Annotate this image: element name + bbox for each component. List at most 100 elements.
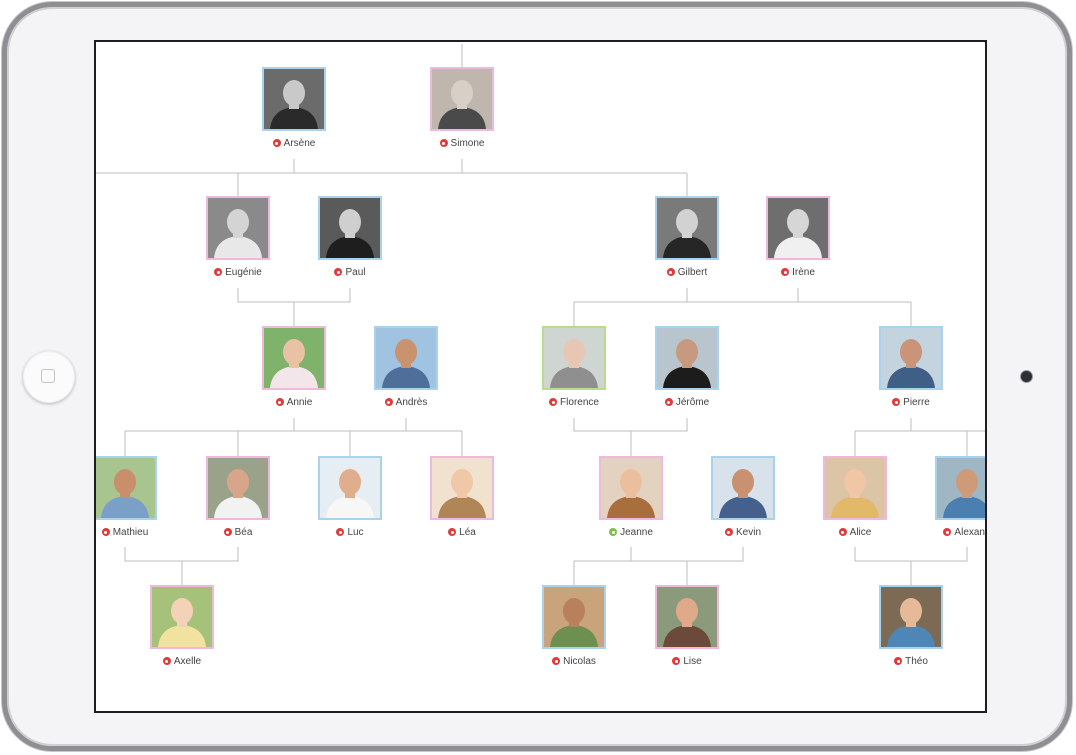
person-photo[interactable]: [935, 456, 985, 520]
person-photo[interactable]: [430, 456, 494, 520]
person-photo[interactable]: [711, 456, 775, 520]
status-dot-icon: [223, 528, 232, 536]
person-card[interactable]: Mathieu: [96, 456, 185, 548]
person-name-row: Paul: [290, 266, 410, 279]
person-card[interactable]: Nicolas: [514, 585, 634, 677]
person-photo[interactable]: [318, 456, 382, 520]
person-card[interactable]: Lise: [627, 585, 747, 677]
person-name: Béa: [234, 527, 253, 538]
person-card[interactable]: Annie: [234, 326, 354, 418]
person-card[interactable]: Béa: [178, 456, 298, 548]
person-card[interactable]: Eugénie: [178, 196, 298, 288]
status-dot-icon: [943, 528, 952, 536]
person-name-row: Théo: [851, 655, 971, 668]
person-photo[interactable]: [542, 585, 606, 649]
person-name-row: Axelle: [122, 655, 242, 668]
person-card[interactable]: Luc: [290, 456, 410, 548]
status-dot-icon: [552, 657, 561, 665]
person-photo[interactable]: [206, 456, 270, 520]
person-photo[interactable]: [655, 326, 719, 390]
person-name-row: Alice: [795, 526, 915, 539]
home-square-icon: [41, 369, 55, 383]
person-photo[interactable]: [96, 456, 157, 520]
person-card[interactable]: Paul: [290, 196, 410, 288]
person-photo[interactable]: [542, 326, 606, 390]
person-name-row: Lise: [627, 655, 747, 668]
person-card[interactable]: Kevin: [683, 456, 803, 548]
person-name-row: Kevin: [683, 526, 803, 539]
status-dot-icon: [664, 398, 673, 406]
person-photo[interactable]: [655, 585, 719, 649]
person-name: Mathieu: [112, 527, 149, 538]
person-photo[interactable]: [430, 67, 494, 131]
person-card[interactable]: Théo: [851, 585, 971, 677]
person-name-row: Irène: [738, 266, 858, 279]
person-name: Jeanne: [620, 527, 653, 538]
status-dot-icon: [892, 398, 901, 406]
person-name-row: Andrès: [346, 396, 466, 409]
person-photo[interactable]: [879, 326, 943, 390]
status-dot-icon: [334, 268, 343, 276]
person-name: Gilbert: [677, 267, 708, 278]
person-name-row: Gilbert: [627, 266, 747, 279]
person-name-row: Eugénie: [178, 266, 298, 279]
person-name: Alice: [849, 527, 872, 538]
person-name-row: Léa: [402, 526, 522, 539]
person-photo[interactable]: [262, 326, 326, 390]
person-card[interactable]: Jérôme: [627, 326, 747, 418]
person-card[interactable]: Florence: [514, 326, 634, 418]
person-name: Lise: [683, 656, 702, 667]
person-photo[interactable]: [655, 196, 719, 260]
person-name: Nicolas: [563, 656, 596, 667]
person-card[interactable]: Pierre: [851, 326, 971, 418]
person-name-row: Mathieu: [96, 526, 185, 539]
person-card[interactable]: Arsène: [234, 67, 354, 159]
status-dot-icon: [609, 528, 618, 536]
person-card[interactable]: Simone: [402, 67, 522, 159]
person-photo[interactable]: [206, 196, 270, 260]
person-name-row: Luc: [290, 526, 410, 539]
status-dot-icon: [101, 528, 110, 536]
person-photo[interactable]: [318, 196, 382, 260]
status-dot-icon: [838, 528, 847, 536]
person-photo[interactable]: [262, 67, 326, 131]
person-name: Jérôme: [675, 397, 710, 408]
person-name-row: Jeanne: [571, 526, 691, 539]
person-name: Arsène: [283, 138, 316, 149]
person-photo[interactable]: [823, 456, 887, 520]
person-name: Florence: [560, 397, 599, 408]
person-card[interactable]: Alice: [795, 456, 915, 548]
person-name-row: Pierre: [851, 396, 971, 409]
person-name: Alexand: [954, 527, 987, 538]
status-dot-icon: [672, 657, 681, 665]
family-tree-screen[interactable]: Arsène Simone Eugénie Paul Gilbert Irène Annie…: [94, 40, 987, 713]
person-name: Kevin: [735, 527, 761, 538]
person-name-row: Nicolas: [514, 655, 634, 668]
status-dot-icon: [214, 268, 223, 276]
home-button[interactable]: [23, 351, 75, 403]
person-photo[interactable]: [150, 585, 214, 649]
person-card[interactable]: Léa: [402, 456, 522, 548]
person-name-row: Simone: [402, 137, 522, 150]
person-card[interactable]: Jeanne: [571, 456, 691, 548]
status-dot-icon: [272, 139, 281, 147]
person-card[interactable]: Axelle: [122, 585, 242, 677]
person-photo[interactable]: [374, 326, 438, 390]
person-name: Eugénie: [225, 267, 262, 278]
status-dot-icon: [439, 139, 448, 147]
person-photo[interactable]: [766, 196, 830, 260]
person-name-row: Arsène: [234, 137, 354, 150]
status-dot-icon: [384, 398, 393, 406]
person-card[interactable]: Alexand: [907, 456, 987, 548]
person-name-row: Jérôme: [627, 396, 747, 409]
status-dot-icon: [336, 528, 345, 536]
person-card[interactable]: Gilbert: [627, 196, 747, 288]
status-dot-icon: [275, 398, 284, 406]
person-name-row: Annie: [234, 396, 354, 409]
person-photo[interactable]: [599, 456, 663, 520]
person-card[interactable]: Andrès: [346, 326, 466, 418]
person-name-row: Alexand: [907, 526, 987, 539]
person-photo[interactable]: [879, 585, 943, 649]
status-dot-icon: [894, 657, 903, 665]
person-card[interactable]: Irène: [738, 196, 858, 288]
